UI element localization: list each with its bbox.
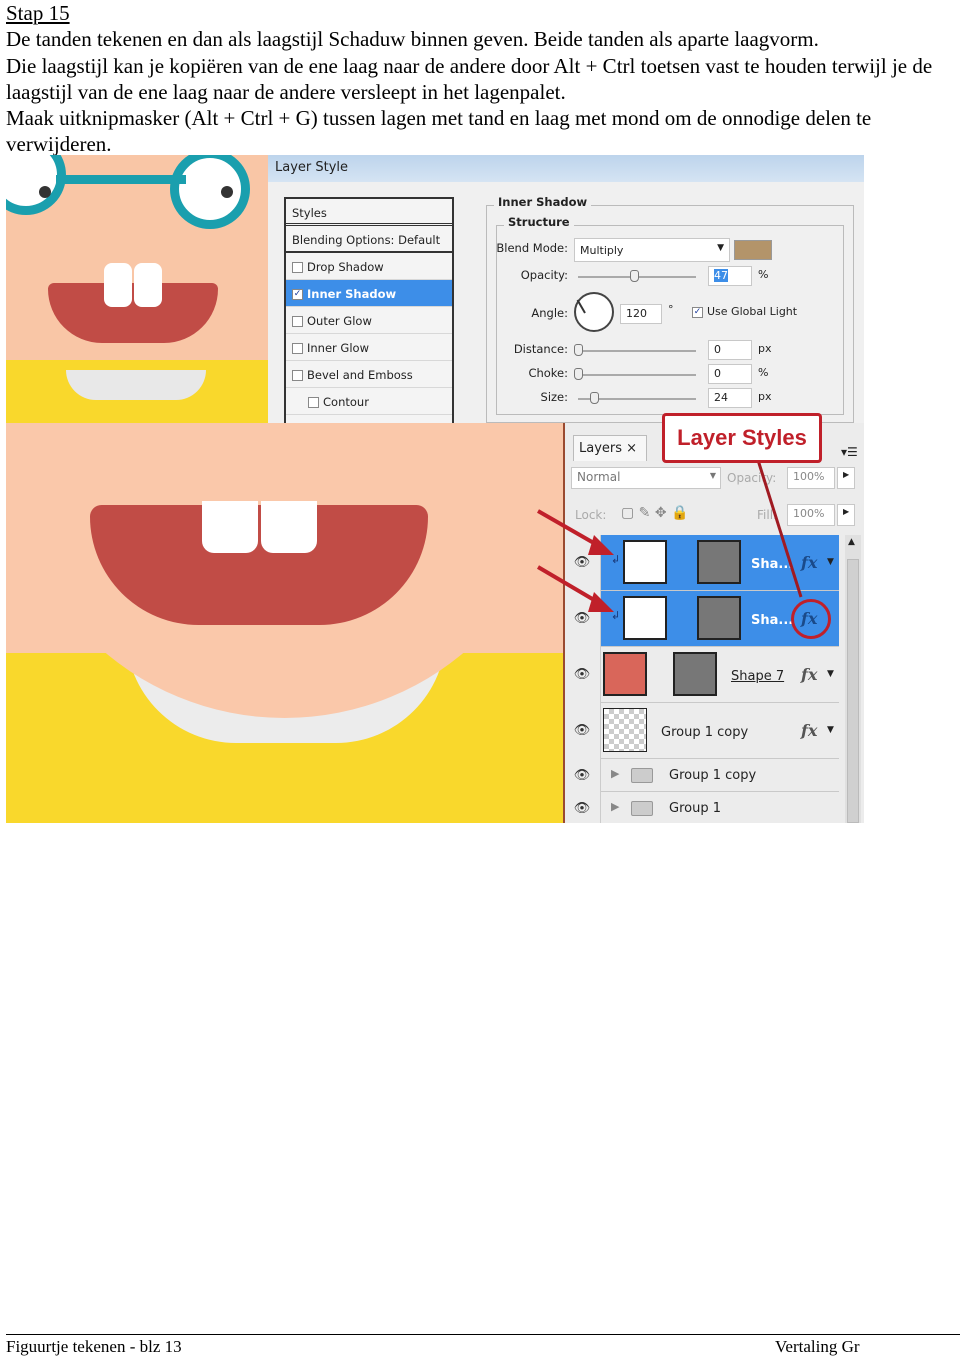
- callout-pointer: [756, 459, 803, 598]
- footer-left: Figuurtje tekenen - blz 13: [6, 1337, 182, 1356]
- footer-rule: [6, 1334, 960, 1335]
- arrow-head: [588, 592, 614, 612]
- arrow-head: [588, 535, 614, 555]
- tutorial-screenshot: Layer Style Styles Blending Options: Def…: [6, 155, 864, 823]
- layer-styles-callout: Layer Styles: [662, 413, 822, 463]
- step-heading: Stap 15: [6, 1, 70, 25]
- document-text: Stap 15 De tanden tekenen en dan als laa…: [6, 0, 956, 158]
- paragraph: Maak uitknipmasker (Alt + Ctrl + G) tuss…: [6, 106, 872, 157]
- annotation-arrows: [536, 459, 803, 612]
- paragraph: De tanden tekenen en dan als laagstijl S…: [6, 27, 819, 52]
- paragraph: Die laagstijl kan je kopiëren van de ene…: [6, 53, 933, 104]
- footer-right: Vertaling Gr: [775, 1337, 860, 1356]
